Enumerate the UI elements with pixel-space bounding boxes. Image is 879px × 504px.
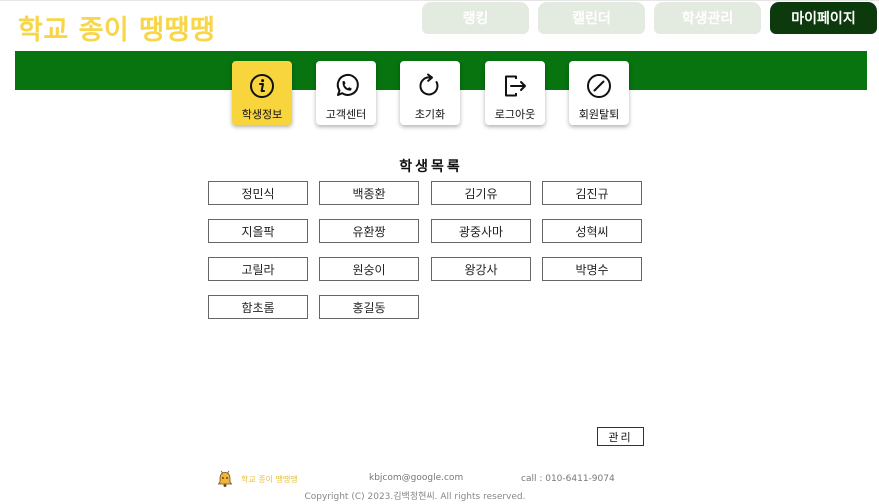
menu-label: 학생정보 [241,108,283,121]
whatsapp-icon [336,73,359,96]
footer-brand: 학교 종이 땡땡땡 [241,475,298,484]
menu-withdraw-button[interactable]: 회원탈퇴 [569,61,629,125]
student-button[interactable]: 정민식 [208,181,308,205]
student-button[interactable]: 김진규 [542,181,642,205]
footer-email: kbjcom@google.com [369,473,464,483]
student-button[interactable]: 홍길동 [319,295,419,319]
student-button[interactable]: 원숭이 [319,257,419,281]
student-list-title: 학생목록 [399,159,463,175]
menu-label: 로그아웃 [494,108,536,121]
bell-logo-icon [217,470,233,487]
student-button[interactable]: 함초롬 [208,295,308,319]
top-nav: 랭킹 캘린더 학생관리 마이페이지 [0,1,879,34]
student-button[interactable]: 왕강사 [431,257,531,281]
student-button[interactable]: 광중사마 [431,219,531,243]
student-button[interactable]: 백종환 [319,181,419,205]
student-button[interactable]: 고릴라 [208,257,308,281]
nav-tab-ranking[interactable]: 랭킹 [422,2,529,34]
footer-copyright: Copyright (C) 2023.김백정현씨. All rights res… [304,492,526,502]
nav-tab-student-management[interactable]: 학생관리 [654,2,761,34]
manage-button[interactable]: 관리 [597,427,644,446]
reset-icon [419,73,439,96]
menu-label: 고객센터 [325,108,367,121]
nav-tab-calendar[interactable]: 캘린더 [538,2,645,34]
student-button[interactable]: 유환짱 [319,219,419,243]
nav-tab-mypage[interactable]: 마이페이지 [770,2,877,34]
student-button[interactable]: 지올팍 [208,219,308,243]
menu-student-info-button[interactable]: 학생정보 [232,61,292,125]
menu-label: 초기화 [414,108,446,121]
info-icon [250,74,274,98]
menu-customer-center-button[interactable]: 고객센터 [316,61,376,125]
cancel-icon [587,74,611,98]
menu-reset-button[interactable]: 초기화 [400,61,460,125]
footer-call: call : 010-6411-9074 [521,474,615,484]
menu-label: 회원탈퇴 [578,108,620,121]
student-button[interactable]: 성혁씨 [542,219,642,243]
student-button[interactable]: 박명수 [542,257,642,281]
menu-logout-button[interactable]: 로그아웃 [485,61,545,125]
logout-icon [505,75,526,97]
student-button[interactable]: 김기유 [431,181,531,205]
